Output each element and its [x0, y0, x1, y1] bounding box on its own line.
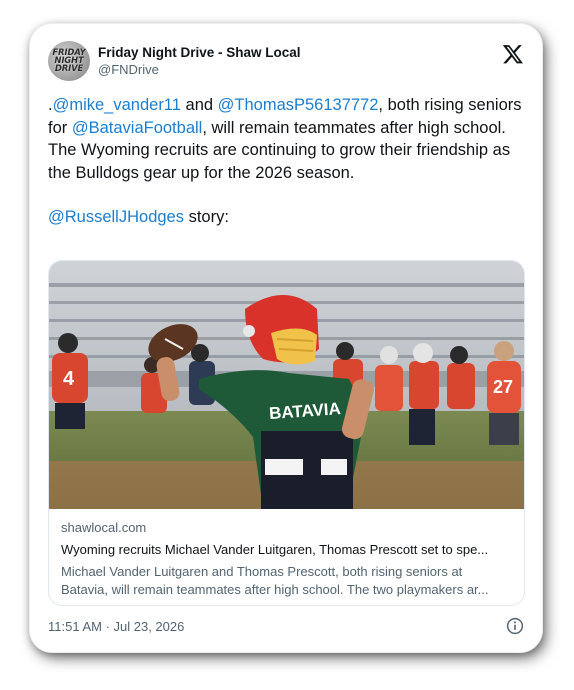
author-handle[interactable]: @FNDrive — [98, 61, 301, 78]
link-meta: shawlocal.com Wyoming recruits Michael V… — [61, 519, 514, 599]
avatar[interactable]: FRIDAY NIGHT DRIVE — [48, 41, 90, 81]
tweet-paragraph-2: @RussellJHodges story: — [48, 206, 528, 229]
tweet-footer: 11:51 AM · Jul 23, 2026 — [48, 616, 524, 636]
tweet-line1-mention-1[interactable]: @mike_vander11 — [53, 96, 181, 114]
tweet-line1-mention-5[interactable]: @BataviaFootball — [72, 119, 203, 137]
author-block: Friday Night Drive - Shaw Local @FNDrive — [98, 44, 301, 78]
tweet-line1-text-2: and — [180, 96, 218, 114]
link-preview-image[interactable]: 4 27 BATAVIA — [49, 261, 525, 509]
link-description-line-2: Batavia, will remain teammates after hig… — [61, 582, 489, 597]
link-domain: shawlocal.com — [61, 520, 147, 535]
tweet-text: .@mike_vander11 and @ThomasP56137772, bo… — [48, 94, 528, 229]
info-icon[interactable] — [506, 617, 524, 635]
tweet-paragraph-1: .@mike_vander11 and @ThomasP56137772, bo… — [48, 94, 528, 184]
tweet-card: FRIDAY NIGHT DRIVE Friday Night Drive - … — [30, 24, 542, 652]
link-description: Michael Vander Luitgaren and Thomas Pres… — [61, 563, 514, 599]
link-description-line-1: Michael Vander Luitgaren and Thomas Pres… — [61, 564, 463, 579]
link-preview-card[interactable]: 4 27 BATAVIA shawlocal.com Wyoming recru… — [48, 260, 525, 606]
tweet-header: FRIDAY NIGHT DRIVE Friday Night Drive - … — [48, 41, 524, 81]
player-number-27: 27 — [493, 377, 513, 397]
avatar-text-3: DRIVE — [54, 64, 84, 74]
tweet-line1-mention-3[interactable]: @ThomasP56137772 — [218, 96, 379, 114]
player-number-4: 4 — [63, 368, 75, 390]
timestamp[interactable]: 11:51 AM · Jul 23, 2026 — [48, 619, 184, 634]
author-name[interactable]: Friday Night Drive - Shaw Local — [98, 44, 301, 61]
tweet-line2-mention-0[interactable]: @RussellJHodges — [48, 208, 184, 226]
x-logo-icon[interactable] — [502, 43, 524, 65]
tweet-line2-text-1: story: — [183, 208, 229, 226]
link-title[interactable]: Wyoming recruits Michael Vander Luitgare… — [61, 541, 514, 559]
